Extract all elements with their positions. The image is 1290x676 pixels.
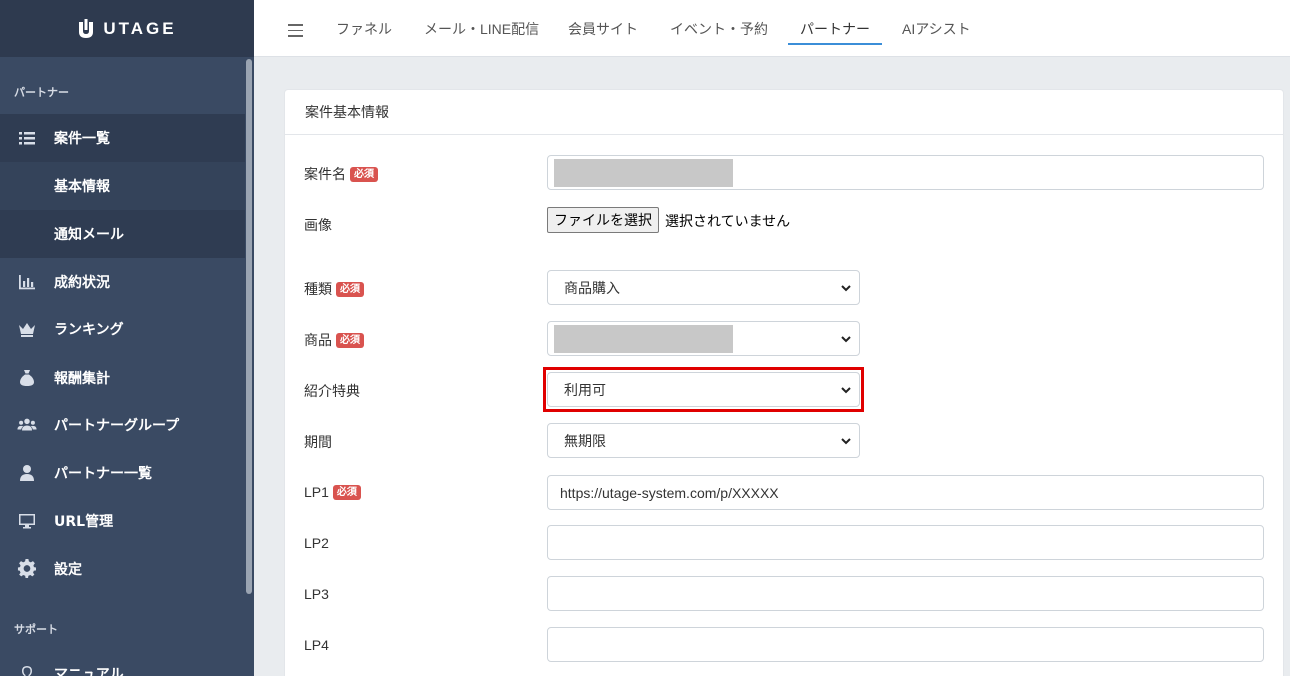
file-status-text: 選択されていません	[665, 213, 791, 229]
sidebar-item-label: 設定	[54, 562, 82, 578]
highlight-box	[543, 367, 864, 412]
sidebar-section-support: サポート	[14, 623, 58, 636]
lp2-input[interactable]	[547, 525, 1264, 560]
tab-ai-assist[interactable]: AIアシスト	[902, 19, 971, 45]
tab-event-booking[interactable]: イベント・予約	[670, 19, 768, 45]
sidebar-item-partner-group[interactable]: パートナーグループ	[0, 401, 247, 449]
top-nav: ファネル メール・LINE配信 会員サイト イベント・予約 パートナー AIアシ…	[254, 0, 1290, 57]
deal-name-input[interactable]	[547, 155, 1264, 190]
period-selected-value: 無期限	[564, 432, 606, 449]
lp1-label: LP1 必須	[304, 484, 361, 500]
lp4-input[interactable]	[547, 627, 1264, 662]
product-select[interactable]	[547, 321, 860, 356]
sidebar-item-partner-list[interactable]: パートナー一覧	[0, 449, 247, 497]
sidebar: UTAGE パートナー 案件一覧 基本情報 通知メール 成約状況 ランキング 報…	[0, 0, 254, 676]
money-bag-icon	[0, 368, 54, 388]
required-badge: 必須	[350, 166, 378, 182]
product-label: 商品 必須	[304, 330, 364, 350]
period-select[interactable]: 無期限	[547, 423, 860, 458]
gear-icon	[0, 559, 54, 579]
sidebar-item-label: パートナー一覧	[54, 466, 152, 482]
lp1-input[interactable]: https://utage-system.com/p/XXXXX	[547, 475, 1264, 510]
sidebar-section-partner: パートナー	[14, 86, 69, 99]
sidebar-item-notification-mail[interactable]: 通知メール	[0, 210, 247, 258]
sidebar-item-conversions[interactable]: 成約状況	[0, 258, 247, 306]
sidebar-item-ranking[interactable]: ランキング	[0, 305, 247, 353]
lp3-input[interactable]	[547, 576, 1264, 611]
referral-benefit-label: 紹介特典	[304, 383, 360, 399]
file-select-button[interactable]: ファイルを選択	[547, 207, 659, 233]
sidebar-item-label: ランキング	[54, 322, 124, 338]
logo[interactable]: UTAGE	[0, 0, 254, 57]
tab-partner[interactable]: パートナー	[788, 19, 882, 45]
sidebar-item-basic-info[interactable]: 基本情報	[0, 162, 247, 210]
crown-icon	[0, 319, 54, 339]
desktop-icon	[0, 511, 54, 531]
field-label-text: LP1	[304, 484, 329, 500]
card-header: 案件基本情報	[285, 90, 1283, 135]
chevron-down-icon	[841, 438, 851, 445]
users-icon	[0, 415, 54, 435]
bar-chart-icon	[0, 272, 54, 292]
sidebar-item-label: 案件一覧	[54, 131, 110, 147]
chevron-down-icon	[841, 285, 851, 292]
required-badge: 必須	[332, 484, 361, 500]
sidebar-item-deals[interactable]: 案件一覧	[0, 114, 247, 162]
sidebar-item-settings[interactable]: 設定	[0, 545, 247, 593]
field-label-text: 案件名	[304, 166, 346, 182]
required-badge: 必須	[336, 332, 364, 348]
user-icon	[0, 463, 54, 483]
sidebar-item-label: URL管理	[54, 514, 114, 530]
lp3-label: LP3	[304, 586, 329, 602]
image-label: 画像	[304, 217, 332, 233]
hamburger-menu-icon[interactable]	[288, 24, 303, 37]
sidebar-item-label: 成約状況	[54, 275, 110, 291]
tab-member-site[interactable]: 会員サイト	[568, 19, 638, 45]
sidebar-item-label: 通知メール	[54, 227, 124, 243]
sidebar-item-label: パートナーグループ	[54, 418, 180, 434]
lp2-label: LP2	[304, 535, 329, 551]
sidebar-item-label: 基本情報	[54, 179, 110, 195]
type-select[interactable]: 商品購入	[547, 270, 860, 305]
list-icon	[0, 128, 54, 148]
type-selected-value: 商品購入	[564, 279, 620, 296]
sidebar-item-url-management[interactable]: URL管理	[0, 497, 247, 545]
brand-name: UTAGE	[103, 18, 177, 38]
required-badge: 必須	[336, 281, 364, 297]
redacted-value	[554, 159, 733, 187]
tab-mail-line[interactable]: メール・LINE配信	[424, 19, 539, 45]
sidebar-item-rewards[interactable]: 報酬集計	[0, 354, 247, 402]
chevron-down-icon	[841, 336, 851, 343]
field-label-text: 種類	[304, 281, 332, 297]
period-label: 期間	[304, 434, 332, 450]
sidebar-scrollbar[interactable]	[245, 57, 254, 676]
redacted-value	[554, 325, 733, 353]
deal-name-label: 案件名 必須	[304, 164, 378, 184]
utage-logo-icon	[79, 18, 94, 38]
field-label-text: 商品	[304, 332, 332, 348]
bulb-icon	[0, 664, 54, 676]
sidebar-scroll-thumb[interactable]	[246, 59, 252, 594]
type-label: 種類 必須	[304, 279, 364, 299]
tab-funnel[interactable]: ファネル	[336, 19, 392, 45]
sidebar-item-label: マニュアル	[54, 667, 124, 676]
sidebar-item-label: 報酬集計	[54, 371, 110, 387]
lp4-label: LP4	[304, 637, 329, 653]
sidebar-item-manual[interactable]: マニュアル	[0, 650, 247, 676]
